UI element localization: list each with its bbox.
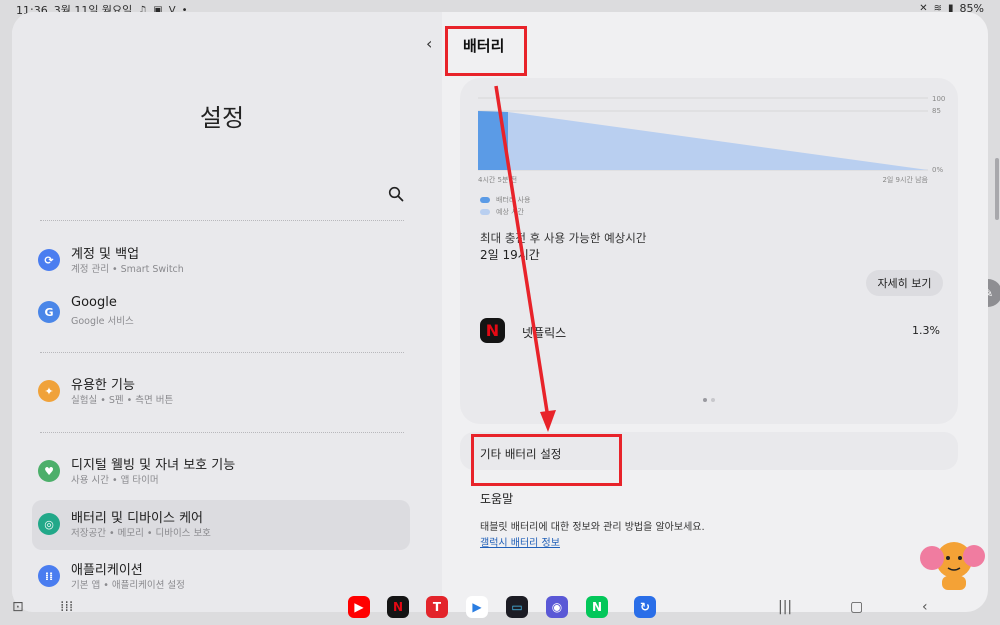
- star-plus-icon: ✦: [38, 380, 60, 402]
- naver-app-icon[interactable]: N: [586, 596, 608, 618]
- taskbar: ⊡ ⁞⁞⁞ ▶ N T ▶ ▭ ◉ N ↻ ||| ▢ ‹: [0, 596, 1000, 625]
- app-drawer-icon[interactable]: ⁞⁞⁞: [60, 599, 73, 615]
- battery-used-area: [478, 111, 508, 170]
- menu-item-subtitle: Google 서비스: [71, 316, 134, 327]
- internet-browser-icon[interactable]: ◉: [546, 596, 568, 618]
- recent-apps-panel-icon[interactable]: ⊡: [12, 599, 24, 615]
- menu-item-google[interactable]: G Google Google 서비스: [32, 288, 410, 338]
- app-usage-name[interactable]: 넷플릭스: [522, 324, 566, 341]
- menu-item-title: 애플리케이션: [71, 563, 143, 578]
- view-details-button[interactable]: 자세히 보기: [866, 270, 943, 296]
- page-dot: [711, 398, 715, 402]
- divider: [40, 432, 404, 433]
- x-label-end: 2일 9시간 남음: [882, 175, 928, 184]
- recents-nav-icon[interactable]: |||: [778, 599, 792, 615]
- menu-item-subtitle: 저장공간 • 메모리 • 디바이스 보호: [71, 528, 211, 539]
- chart-legend: 배터리 사용 예상 시간: [480, 194, 530, 218]
- page-title: 설정: [199, 104, 245, 132]
- estimate-label: 최대 충전 후 사용 가능한 예상시간: [480, 231, 647, 245]
- divider: [40, 352, 404, 353]
- menu-item-advanced-features[interactable]: ✦ 유용한 기능 실험실 • S펜 • 측면 버튼: [32, 367, 410, 417]
- annotation-box-other-settings: [471, 434, 622, 486]
- menu-item-subtitle: 계정 관리 • Smart Switch: [71, 264, 184, 275]
- help-link[interactable]: 갤럭시 배터리 정보: [480, 534, 560, 549]
- apps-grid-icon: ⁞⁞: [38, 565, 60, 587]
- y-label-0: 0%: [932, 166, 943, 174]
- page-indicator: [703, 398, 715, 402]
- menu-item-accounts-backup[interactable]: ⟳ 계정 및 백업 계정 관리 • Smart Switch: [32, 236, 410, 286]
- wellbeing-icon: ♥: [38, 460, 60, 482]
- device-care-icon: ◎: [38, 513, 60, 535]
- sync-icon: ⟳: [38, 249, 60, 271]
- menu-item-battery-device-care[interactable]: ◎ 배터리 및 디바이스 케어 저장공간 • 메모리 • 디바이스 보호: [32, 500, 410, 550]
- x-label-start: 4시간 5분 전: [478, 175, 517, 184]
- menu-item-title: Google: [71, 295, 117, 310]
- divider: [40, 220, 404, 221]
- legend-swatch-used: [480, 197, 490, 203]
- google-g-icon: G: [38, 301, 60, 323]
- settings-list-pane: 설정 ⟳ 계정 및 백업 계정 관리 • Smart Switch G Goog…: [12, 12, 442, 612]
- netflix-app-icon: N: [480, 318, 505, 343]
- search-icon[interactable]: [388, 186, 404, 202]
- legend-estimated: 예상 시간: [496, 208, 524, 216]
- menu-item-subtitle: 사용 시간 • 앱 타이머: [71, 475, 159, 486]
- tving-app-icon[interactable]: T: [426, 596, 448, 618]
- menu-item-title: 계정 및 백업: [71, 247, 140, 262]
- y-label-85: 85: [932, 107, 941, 115]
- estimate-value: 2일 19시간: [480, 248, 540, 262]
- annotation-box-title: [445, 26, 527, 76]
- legend-used: 배터리 사용: [496, 196, 531, 204]
- y-label-100: 100: [932, 95, 945, 103]
- menu-item-title: 유용한 기능: [71, 378, 135, 393]
- menu-item-subtitle: 실험실 • S펜 • 측면 버튼: [71, 395, 174, 406]
- sidekick-app-icon[interactable]: ↻: [634, 596, 656, 618]
- netflix-taskbar-icon[interactable]: N: [387, 596, 409, 618]
- app-usage-percent: 1.3%: [912, 324, 940, 337]
- play-store-icon[interactable]: ▶: [466, 596, 488, 618]
- battery-estimated-area: [508, 112, 928, 170]
- battery-usage-card: 100 85 0% 4시간 5분 전 2일 9시간 남음 배터리 사용 예상 시…: [460, 78, 958, 424]
- back-arrow-icon[interactable]: ‹: [426, 34, 432, 53]
- legend-swatch-estimated: [480, 209, 490, 215]
- menu-item-subtitle: 기본 앱 • 애플리케이션 설정: [71, 580, 185, 591]
- battery-chart: 100 85 0% 4시간 5분 전 2일 9시간 남음: [478, 95, 945, 184]
- menu-item-digital-wellbeing[interactable]: ♥ 디지털 웰빙 및 자녀 보호 기능 사용 시간 • 앱 타이머: [32, 447, 410, 497]
- character-sticker-icon: [920, 542, 985, 590]
- youtube-app-icon[interactable]: ▶: [348, 596, 370, 618]
- page-dot-active: [703, 398, 707, 402]
- home-nav-icon[interactable]: ▢: [850, 599, 863, 615]
- edge-panel-handle[interactable]: [995, 158, 999, 220]
- help-text: 태블릿 배터리에 대한 정보와 관리 방법을 알아보세요.: [480, 522, 705, 533]
- help-title: 도움말: [480, 492, 514, 506]
- menu-item-title: 배터리 및 디바이스 케어: [71, 511, 203, 526]
- back-nav-icon[interactable]: ‹: [922, 599, 928, 615]
- menu-item-applications[interactable]: ⁞⁞ 애플리케이션 기본 앱 • 애플리케이션 설정: [32, 552, 410, 602]
- tv-app-icon[interactable]: ▭: [506, 596, 528, 618]
- menu-item-title: 디지털 웰빙 및 자녀 보호 기능: [71, 458, 236, 473]
